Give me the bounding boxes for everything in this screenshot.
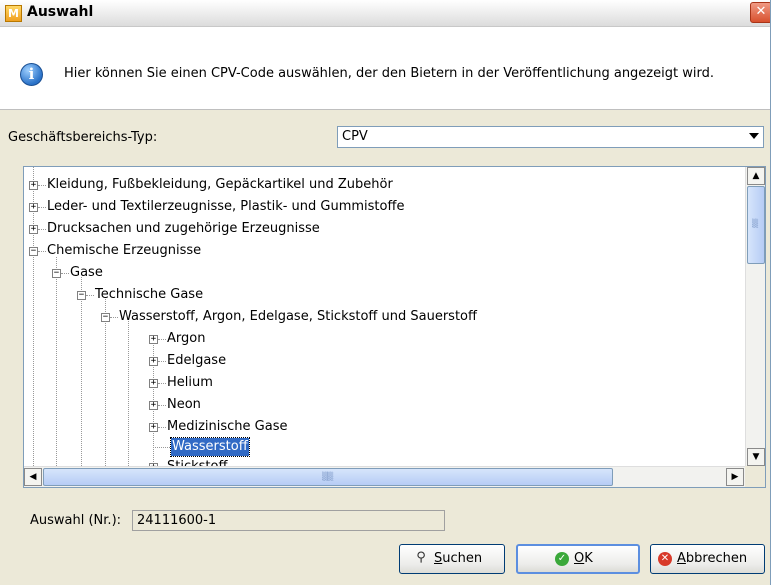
title-bar: M Auswahl ✕ [0,0,770,27]
tree-node-label: Technische Gase [95,287,204,302]
tree-node[interactable]: + Edelgase [24,352,744,370]
cancel-button-label: Abbrechen [677,551,748,566]
selection-number-field[interactable]: 24111600-1 [132,510,445,531]
chevron-down-icon[interactable] [749,133,759,139]
business-type-label: Geschäftsbereichs-Typ: [8,130,158,145]
search-button[interactable]: ⚲ Suchen [399,544,505,574]
horizontal-scrollbar[interactable]: ◀ ▒▒ ▶ [24,466,745,487]
horizontal-scroll-thumb[interactable]: ▒▒ [43,468,613,486]
cpv-tree[interactable]: + Kleidung, Fußbekleidung, Gepäckartikel… [23,166,766,488]
collapse-icon[interactable]: − [29,247,38,256]
tree-node-label: Drucksachen und zugehörige Erzeugnisse [47,221,320,236]
expand-icon[interactable]: + [149,423,158,432]
vertical-scroll-thumb[interactable]: ▒ [747,186,765,264]
grip-icon: ▒ [752,219,758,228]
tree-node[interactable]: + Kleidung, Fußbekleidung, Gepäckartikel… [24,176,744,194]
expand-icon[interactable]: + [29,181,38,190]
tree-node-label: Leder- und Textilerzeugnisse, Plastik- u… [47,199,405,214]
expand-icon[interactable]: + [29,225,38,234]
check-icon: ✓ [555,552,569,566]
expand-icon[interactable]: + [149,335,158,344]
vertical-scrollbar[interactable]: ▲ ▒ ▼ [745,167,765,466]
tree-node-selected[interactable]: Wasserstoff [24,437,744,457]
collapse-icon[interactable]: − [77,291,86,300]
collapse-icon[interactable]: − [52,269,61,278]
expand-icon[interactable]: + [29,203,38,212]
tree-node[interactable]: + Medizinische Gase [24,418,744,436]
selection-number-label: Auswahl (Nr.): [30,513,122,528]
tree-node-label: Argon [167,331,206,346]
tree-node-label: Chemische Erzeugnisse [47,243,202,258]
tree-node-label: Gase [70,265,103,280]
selection-dialog: M Auswahl ✕ i Hier können Sie einen CPV-… [0,0,771,585]
scroll-left-button[interactable]: ◀ [24,468,42,486]
collapse-icon[interactable]: − [101,313,110,322]
close-button[interactable]: ✕ [750,2,770,23]
tree-node[interactable]: − Technische Gase [24,286,744,304]
window-title: Auswahl [27,4,94,20]
scrollbar-corner [745,466,765,487]
tree-node-label: Edelgase [167,353,227,368]
tree-node-label: Kleidung, Fußbekleidung, Gepäckartikel u… [47,177,393,192]
scroll-up-button[interactable]: ▲ [747,167,765,185]
magnifier-icon: ⚲ [416,550,426,565]
tree-content: + Kleidung, Fußbekleidung, Gepäckartikel… [24,167,745,466]
tree-node[interactable]: + Leder- und Textilerzeugnisse, Plastik-… [24,198,744,216]
cancel-icon: ✕ [658,552,672,566]
expand-icon[interactable]: + [149,379,158,388]
expand-icon[interactable]: + [149,357,158,366]
tree-node-label: Neon [167,397,201,412]
tree-node[interactable]: − Chemische Erzeugnisse [24,242,744,260]
tree-node[interactable]: + Neon [24,396,744,414]
tree-node[interactable]: + Helium [24,374,744,392]
grip-icon: ▒▒ [322,472,333,481]
business-type-select[interactable]: CPV [337,126,764,148]
ok-button-label: OK [574,551,593,566]
info-text: Hier können Sie einen CPV-Code auswählen… [64,66,714,81]
tree-node-label: Helium [167,375,213,390]
search-button-label: Suchen [434,551,483,566]
scroll-right-button[interactable]: ▶ [726,468,744,486]
tree-node[interactable]: + Stickstoff [24,458,744,466]
tree-node[interactable]: + Argon [24,330,744,348]
tree-node[interactable]: − Gase [24,264,744,282]
ok-button[interactable]: ✓ OK [516,544,640,574]
info-icon: i [20,63,43,86]
tree-node-label: Wasserstoff, Argon, Edelgase, Stickstoff… [119,309,477,324]
tree-node-label: Wasserstoff [170,437,250,457]
tree-node-label: Stickstoff [167,458,227,466]
expand-icon[interactable]: + [149,401,158,410]
cancel-button[interactable]: ✕ Abbrechen [650,544,765,574]
scroll-down-button[interactable]: ▼ [747,448,765,466]
business-type-value: CPV [342,129,368,144]
tree-node[interactable]: + Drucksachen und zugehörige Erzeugnisse [24,220,744,238]
app-icon: M [5,5,22,22]
info-banner: i Hier können Sie einen CPV-Code auswähl… [0,27,770,110]
tree-node[interactable]: − Wasserstoff, Argon, Edelgase, Sticksto… [24,308,744,326]
tree-node-label: Medizinische Gase [167,419,288,434]
